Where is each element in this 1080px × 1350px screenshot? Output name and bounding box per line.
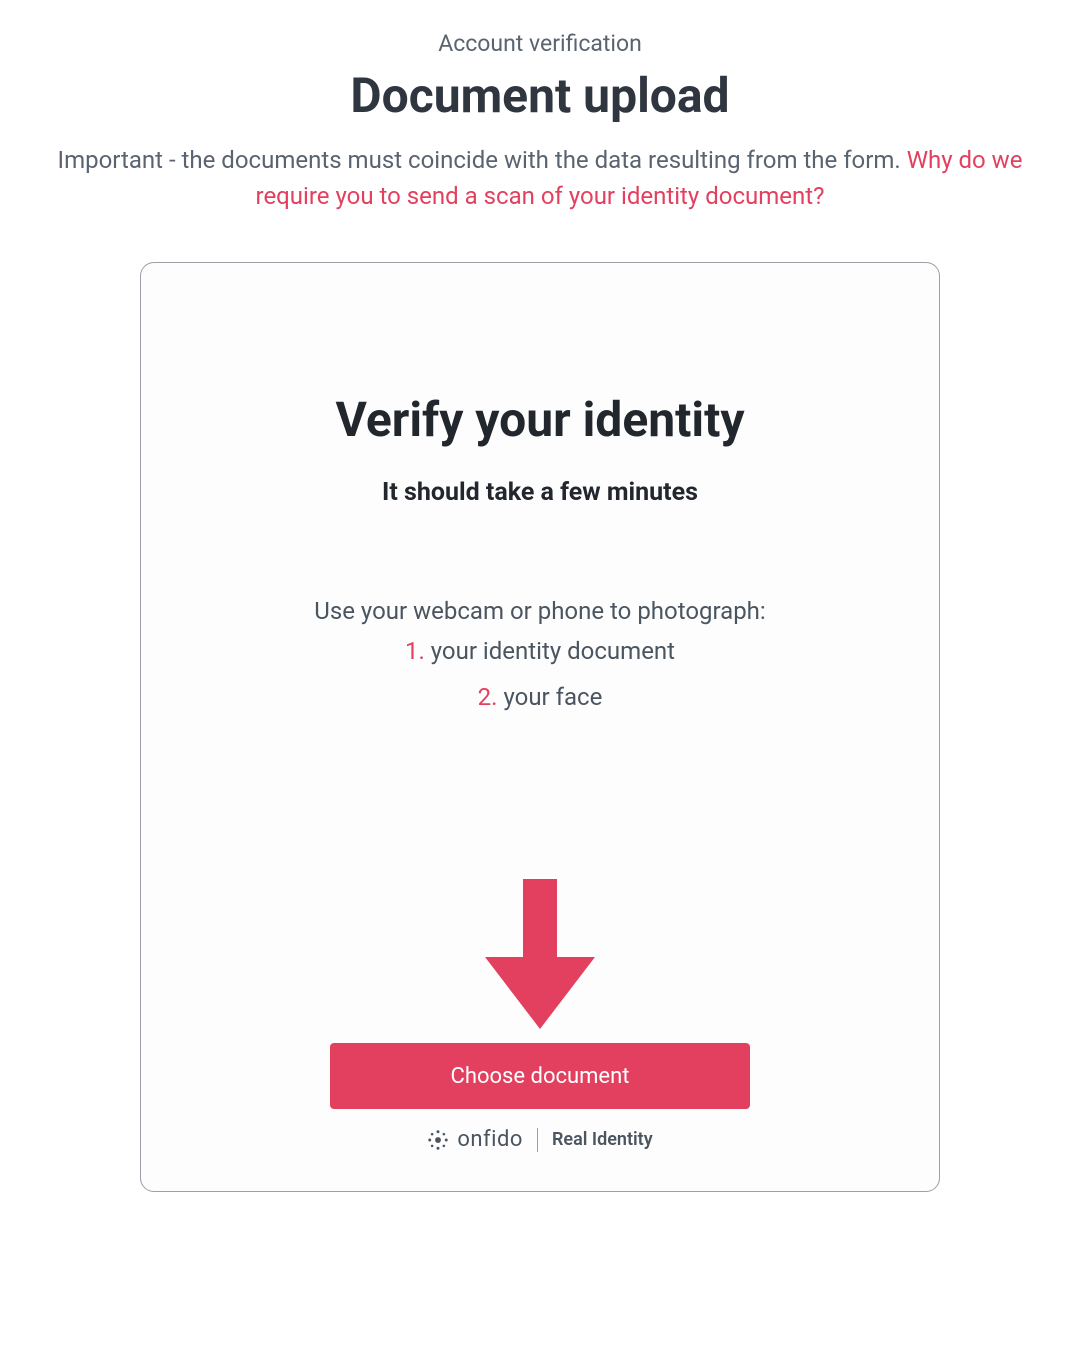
provider-brand: onfido Real Identity (427, 1127, 652, 1152)
choose-document-button[interactable]: Choose document (330, 1043, 750, 1109)
card-title: Verify your identity (335, 391, 744, 448)
breadcrumb-overline: Account verification (0, 30, 1080, 57)
instructions-lead: Use your webcam or phone to photograph: (314, 597, 765, 625)
step-2-text: your face (498, 683, 603, 711)
arrow-down-icon (485, 879, 595, 1029)
brand-name: onfido (457, 1127, 523, 1152)
card-subtitle: It should take a few minutes (382, 478, 698, 507)
instructions-block: Use your webcam or phone to photograph: … (314, 597, 765, 729)
verification-card: Verify your identity It should take a fe… (140, 262, 940, 1192)
step-1: 1. your identity document (314, 637, 765, 665)
step-1-number: 1. (405, 637, 425, 665)
step-2-number: 2. (478, 683, 498, 711)
onfido-logo-icon (427, 1129, 449, 1151)
step-1-text: your identity document (425, 637, 675, 665)
brand-tagline: Real Identity (552, 1129, 653, 1150)
brand-divider (537, 1128, 538, 1152)
important-text: Important - the documents must coincide … (58, 146, 907, 174)
important-notice: Important - the documents must coincide … (0, 142, 1080, 214)
page-title: Document upload (0, 67, 1080, 124)
step-2: 2. your face (314, 683, 765, 711)
